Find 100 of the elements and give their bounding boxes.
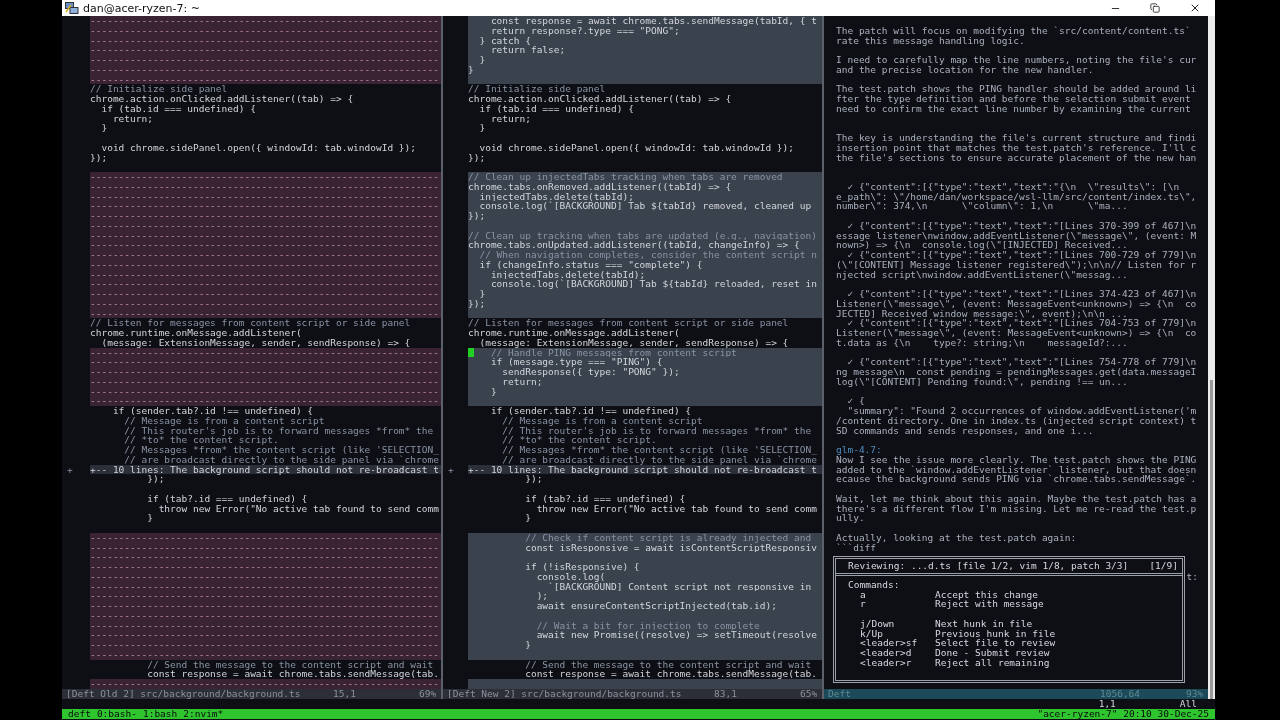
code-line: chrome.action.onClicked.addListener((tab) => { — [468, 94, 733, 104]
comment-line: // Message is from a content script — [501, 415, 704, 426]
code-line: void chrome.sidePanel.open({ windowId: tab.windowId }); — [100, 142, 417, 153]
comment-line: // Listen for messages from content script or side panel — [90, 318, 412, 328]
code-line: } — [478, 123, 487, 133]
code-line: if (tab.id === undefined) { — [101, 103, 256, 114]
chat-text: The patch will focus on modifying the `src/content/content.ts` — [836, 25, 1191, 36]
scrollbar[interactable] — [1208, 16, 1215, 699]
code-line: throw new Error("No active tab found to send comm — [535, 503, 818, 514]
chat-text: nown>) => {\n console.log(\"[INJECTED] Received... — [836, 240, 1128, 250]
file-name: [Deft Old 2] src/background/background.ts — [66, 688, 302, 699]
comment-line: // Initialize side panel — [90, 84, 228, 94]
tmux-window[interactable]: 1:bash — [142, 708, 178, 719]
window-title: dan@acer-ryzen-7: ~ — [83, 1, 200, 15]
chat-text: ully. — [836, 513, 865, 523]
scroll-position: All — [1179, 698, 1197, 709]
cursor-position: 15,1 — [333, 688, 357, 699]
session-name: deft — [68, 708, 91, 719]
chat-text: the file's sections to ensure accurate placement of the new han — [836, 152, 1197, 163]
shortcut-key: a — [860, 589, 935, 600]
chat-text: e_path\": \"/home/dan/workspace/wsl-llm/src/content/index.ts\", — [836, 191, 1197, 202]
chat-text: number\": 374,\n \"column\": 1,\n \"ma... — [836, 201, 1128, 211]
code-line: if (tab?.id === undefined) { — [524, 493, 687, 504]
shortcut-key: j/Down — [860, 618, 935, 629]
comment-line: // Listen for messages from content script or side panel — [468, 318, 790, 328]
chat-text: log(\"[CONTENT] Pending found:\", pending !== un... — [836, 376, 1128, 387]
comment-line: // Initialize side panel — [468, 84, 606, 94]
chat-text: there's a different flow I'm missing. Let me re-read the test.p — [836, 503, 1197, 514]
code-line: return; — [489, 113, 531, 124]
comment-line: // Messages *from* the content script (like 'SELECTION_ — [123, 445, 440, 455]
chat-text: rate this message handling logic. — [836, 35, 1025, 46]
comment-line: // This router's job is to forward messages *from* the — [501, 425, 813, 436]
chat-text: ✓ {"content":[{"type":"text","text":"[Lines 370-399 of 467]\n — [846, 220, 1197, 231]
code-line: chrome.action.onClicked.addListener((tab) => { — [90, 94, 355, 104]
chat-text: added to the `window.addEventListener` listener, but that doesn — [836, 464, 1197, 475]
scroll-percent: 65% — [800, 688, 819, 699]
shortcut-description: Accept this change — [935, 589, 1039, 600]
shortcut-description: Reject with message — [935, 599, 1045, 609]
code-line: }); — [524, 474, 544, 484]
code-line: }); — [90, 152, 109, 163]
code-line: const response = await chrome.tabs.sendMessage(tab. — [524, 669, 818, 679]
chat-text: ✓ {"content":[{"type":"text","text":"[Lines 700-729 of 779]\n — [846, 250, 1197, 260]
chat-text: /content directory. One in index.ts (injected script context) t — [836, 415, 1197, 426]
chat-text: JECTED] Received window message:\", event);\n\n ... — [836, 308, 1128, 319]
chat-text: (\"[CONTENT] Message listener registered\");\n\n// Listen for r — [836, 259, 1197, 270]
code-line: chrome.runtime.onMessage.addListener( — [468, 328, 680, 338]
tmux-window[interactable]: 0:bash- — [96, 708, 137, 719]
chat-text: ecause the background sends PING via `chrome.tabs.sendMessage`. — [836, 474, 1197, 484]
chat-text: ```diff — [836, 542, 877, 553]
chat-text: The key is understanding the file's current structure and findi — [836, 133, 1197, 143]
chat-text: ✓ {"content":[{"type":"text","text":"{\n \"results\": [\n — [846, 181, 1180, 192]
chat-text: njected script\nwindow.addEventListener(\"messag... — [836, 269, 1128, 280]
comment-line: // Message is from a content script — [123, 415, 326, 426]
dialog-title: Reviewing: ...d.ts [file 1/2, vim 1/8, patch 3/3] — [848, 561, 1129, 571]
cursor-position: 1056,64 — [1100, 688, 1142, 699]
code-line: const response = await chrome.tabs.sendMessage(tab. — [146, 669, 440, 679]
chat-text: I need to carefully map the line numbers, noting the file's cur — [836, 55, 1197, 65]
host-clock: "acer-ryzen-7" 20:10 30-Dec-25 — [1037, 708, 1209, 719]
code-line: chrome.runtime.onMessage.addListener( — [90, 328, 302, 338]
tmux-window[interactable]: 2:nvim* — [183, 708, 224, 719]
chat-text: and the precise location for the new handler. — [836, 64, 1094, 75]
code-line: } — [524, 513, 532, 523]
code-line: if (tab.id === undefined) { — [479, 103, 634, 114]
cursor-position: 83,1 — [714, 688, 738, 699]
chat-text: ✓ { — [846, 396, 865, 406]
chat-text: need to confirm the exact line number by examining the current — [836, 103, 1191, 114]
shortcut-key: k/Up — [860, 628, 935, 639]
code-line: if (tab?.id === undefined) { — [146, 493, 309, 504]
file-name: Deft — [828, 688, 852, 699]
comment-line: // Send the message to the content script and wait — [146, 659, 435, 670]
chat-text: essage listener\nwindow.addEventListener(\"message\", (event: M — [836, 230, 1197, 241]
code-line: } — [146, 513, 154, 523]
restore-icon — [1150, 3, 1160, 13]
comment-line: // This router's job is to forward messages *from* the — [123, 425, 435, 436]
chat-text: ✓ {"content":[{"type":"text","text":"[Lines 374-423 of 467]\n — [847, 289, 1197, 299]
code-line: (message: ExtensionMessage, sender, sendResponse) => { — [101, 337, 412, 348]
page-counter: [1/9] — [1149, 561, 1178, 571]
file-name: [Deft New 2] src/background/background.ts — [447, 688, 683, 699]
shortcut-key: <leader>r — [860, 657, 935, 668]
shortcut-description: Previous hunk in file — [935, 628, 1057, 639]
cursor-position: 1,1 — [1098, 698, 1116, 709]
comment-line: // Send the message to the content script and wait — [524, 659, 813, 670]
comment-line: // *to* the content script. — [123, 435, 279, 445]
code-line: if (sender.tab?.id !== undefined) { — [111, 406, 315, 416]
code-line: (message: ExtensionMessage, sender, sendResponse) => { — [479, 337, 790, 348]
chat-text: t.data as {\n type?: string;\n messageId?:... — [836, 337, 1128, 348]
code-line: void chrome.sidePanel.open({ windowId: tab.windowId }); — [478, 142, 795, 153]
shortcut-key: <leader>sf — [860, 638, 935, 648]
chat-text: The test.patch shows the PING handler should be added around li — [836, 84, 1197, 94]
fold-sign: + — [67, 463, 73, 475]
comment-line: // Messages *from* the content script (like 'SELECTION_ — [501, 445, 818, 455]
code-line: }); — [468, 152, 487, 163]
chat-text: "summary": "Found 2 occurrences of window.addEventListener('m — [846, 406, 1197, 416]
scroll-percent: 93% — [1186, 688, 1205, 699]
scrollbar-thumb[interactable] — [1210, 380, 1213, 699]
speaker-label: glm-4.7: — [836, 445, 882, 455]
code-line: return; — [111, 113, 153, 124]
shortcut-key: <leader>d — [860, 648, 935, 658]
comment-line: // are broadcast directly to the side panel via `chrome — [123, 454, 440, 465]
shortcut-key: r — [860, 599, 935, 609]
